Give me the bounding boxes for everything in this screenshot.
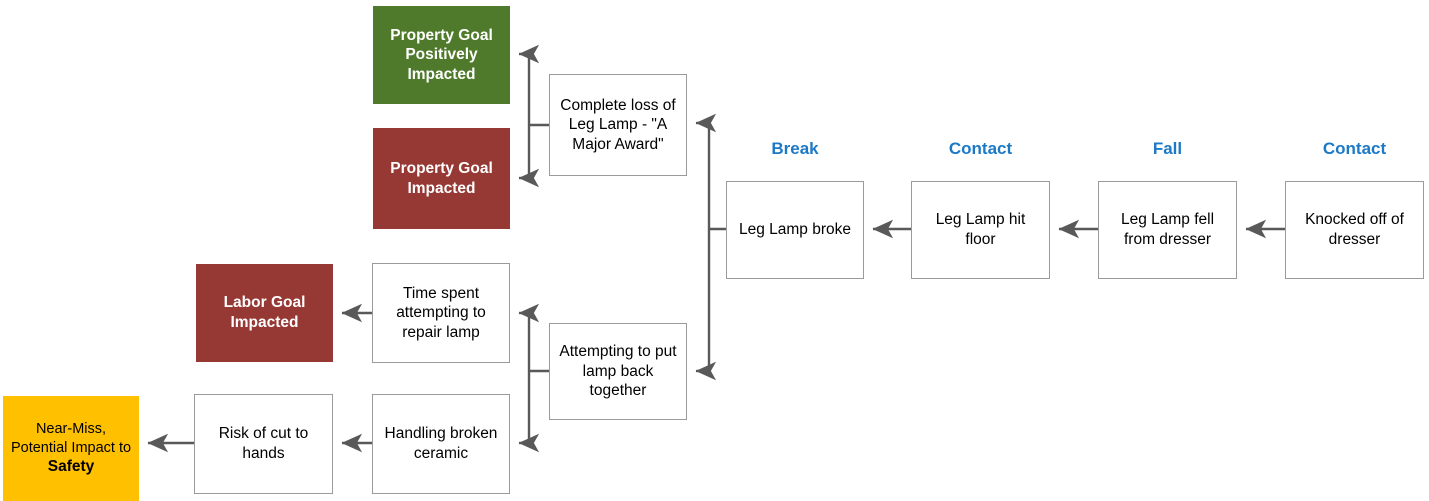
edge-attempting-branch xyxy=(518,303,549,453)
edge-broke-branch xyxy=(695,113,726,381)
phase-label-contact-1: Contact xyxy=(948,139,1013,158)
phase-label-contact-2: Contact xyxy=(1322,139,1387,158)
node-property-goal-positively-impacted: Property Goal Positively Impacted xyxy=(373,6,510,104)
node-leg-lamp-fell-from-dresser: Leg Lamp fell from dresser xyxy=(1098,181,1237,279)
node-time-spent-repair-lamp: Time spent attempting to repair lamp xyxy=(372,263,510,363)
phase-label-fall: Fall xyxy=(1152,139,1183,158)
near-miss-line-3: Safety xyxy=(47,458,95,475)
node-handling-broken-ceramic: Handling broken ceramic xyxy=(372,394,510,494)
node-near-miss-safety: Near-Miss, Potential Impact to Safety xyxy=(3,396,139,501)
node-property-goal-impacted: Property Goal Impacted xyxy=(373,128,510,229)
node-leg-lamp-hit-floor: Leg Lamp hit floor xyxy=(911,181,1050,279)
diagram-canvas: Break Contact Fall Contact Property Goal… xyxy=(0,0,1429,501)
node-leg-lamp-broke: Leg Lamp broke xyxy=(726,181,864,279)
node-complete-loss-of-leg-lamp: Complete loss of Leg Lamp - "A Major Awa… xyxy=(549,74,687,176)
node-labor-goal-impacted: Labor Goal Impacted xyxy=(196,264,333,362)
node-attempting-to-put-lamp-back-together: Attempting to put lamp back together xyxy=(549,323,687,420)
node-risk-of-cut-to-hands: Risk of cut to hands xyxy=(194,394,333,494)
node-knocked-off-of-dresser: Knocked off of dresser xyxy=(1285,181,1424,279)
near-miss-line-2: Potential Impact to xyxy=(10,439,132,456)
edge-completeloss-branch xyxy=(518,44,549,188)
phase-label-break: Break xyxy=(771,139,819,158)
near-miss-line-1: Near-Miss, xyxy=(35,421,107,438)
